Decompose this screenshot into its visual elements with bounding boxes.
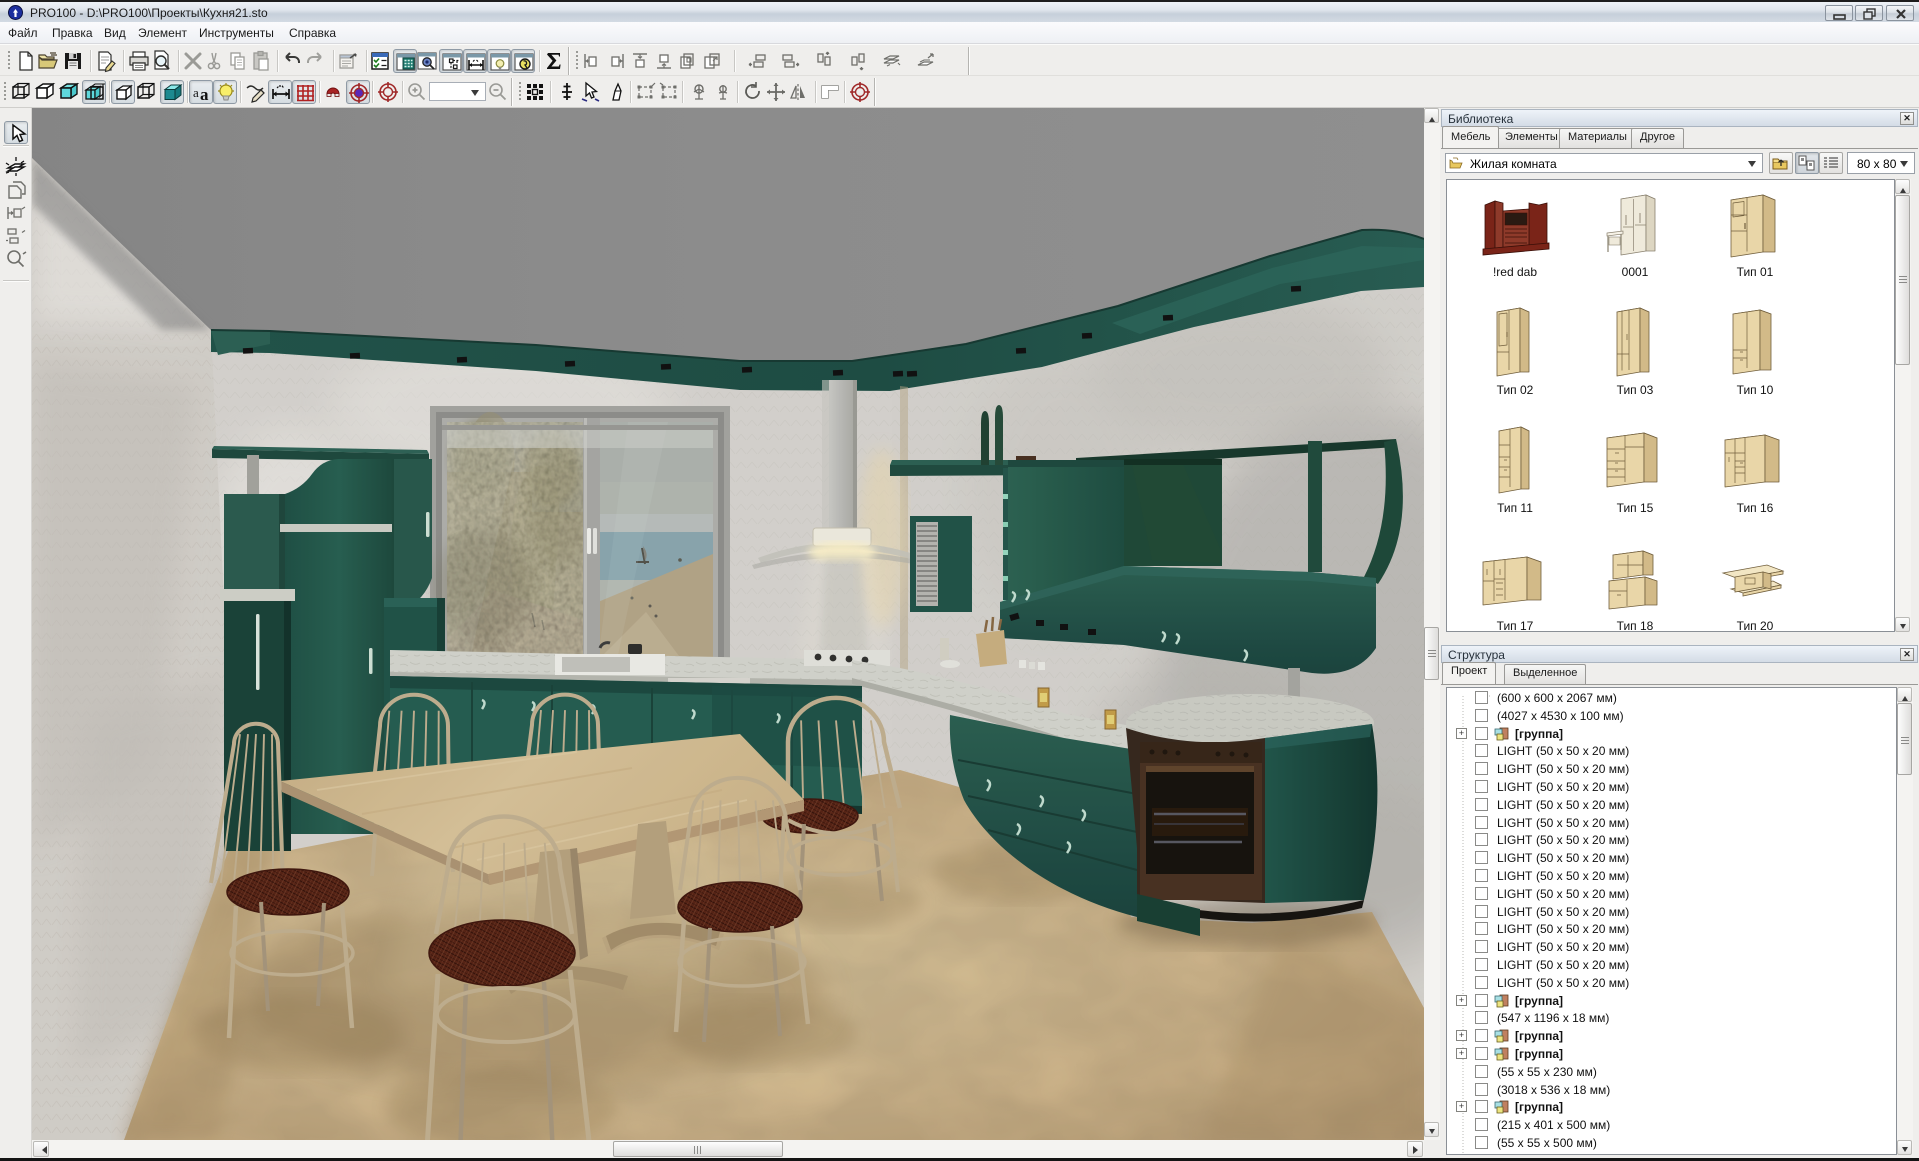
svg-text:a: a (193, 85, 199, 100)
svg-text:a: a (200, 85, 209, 104)
